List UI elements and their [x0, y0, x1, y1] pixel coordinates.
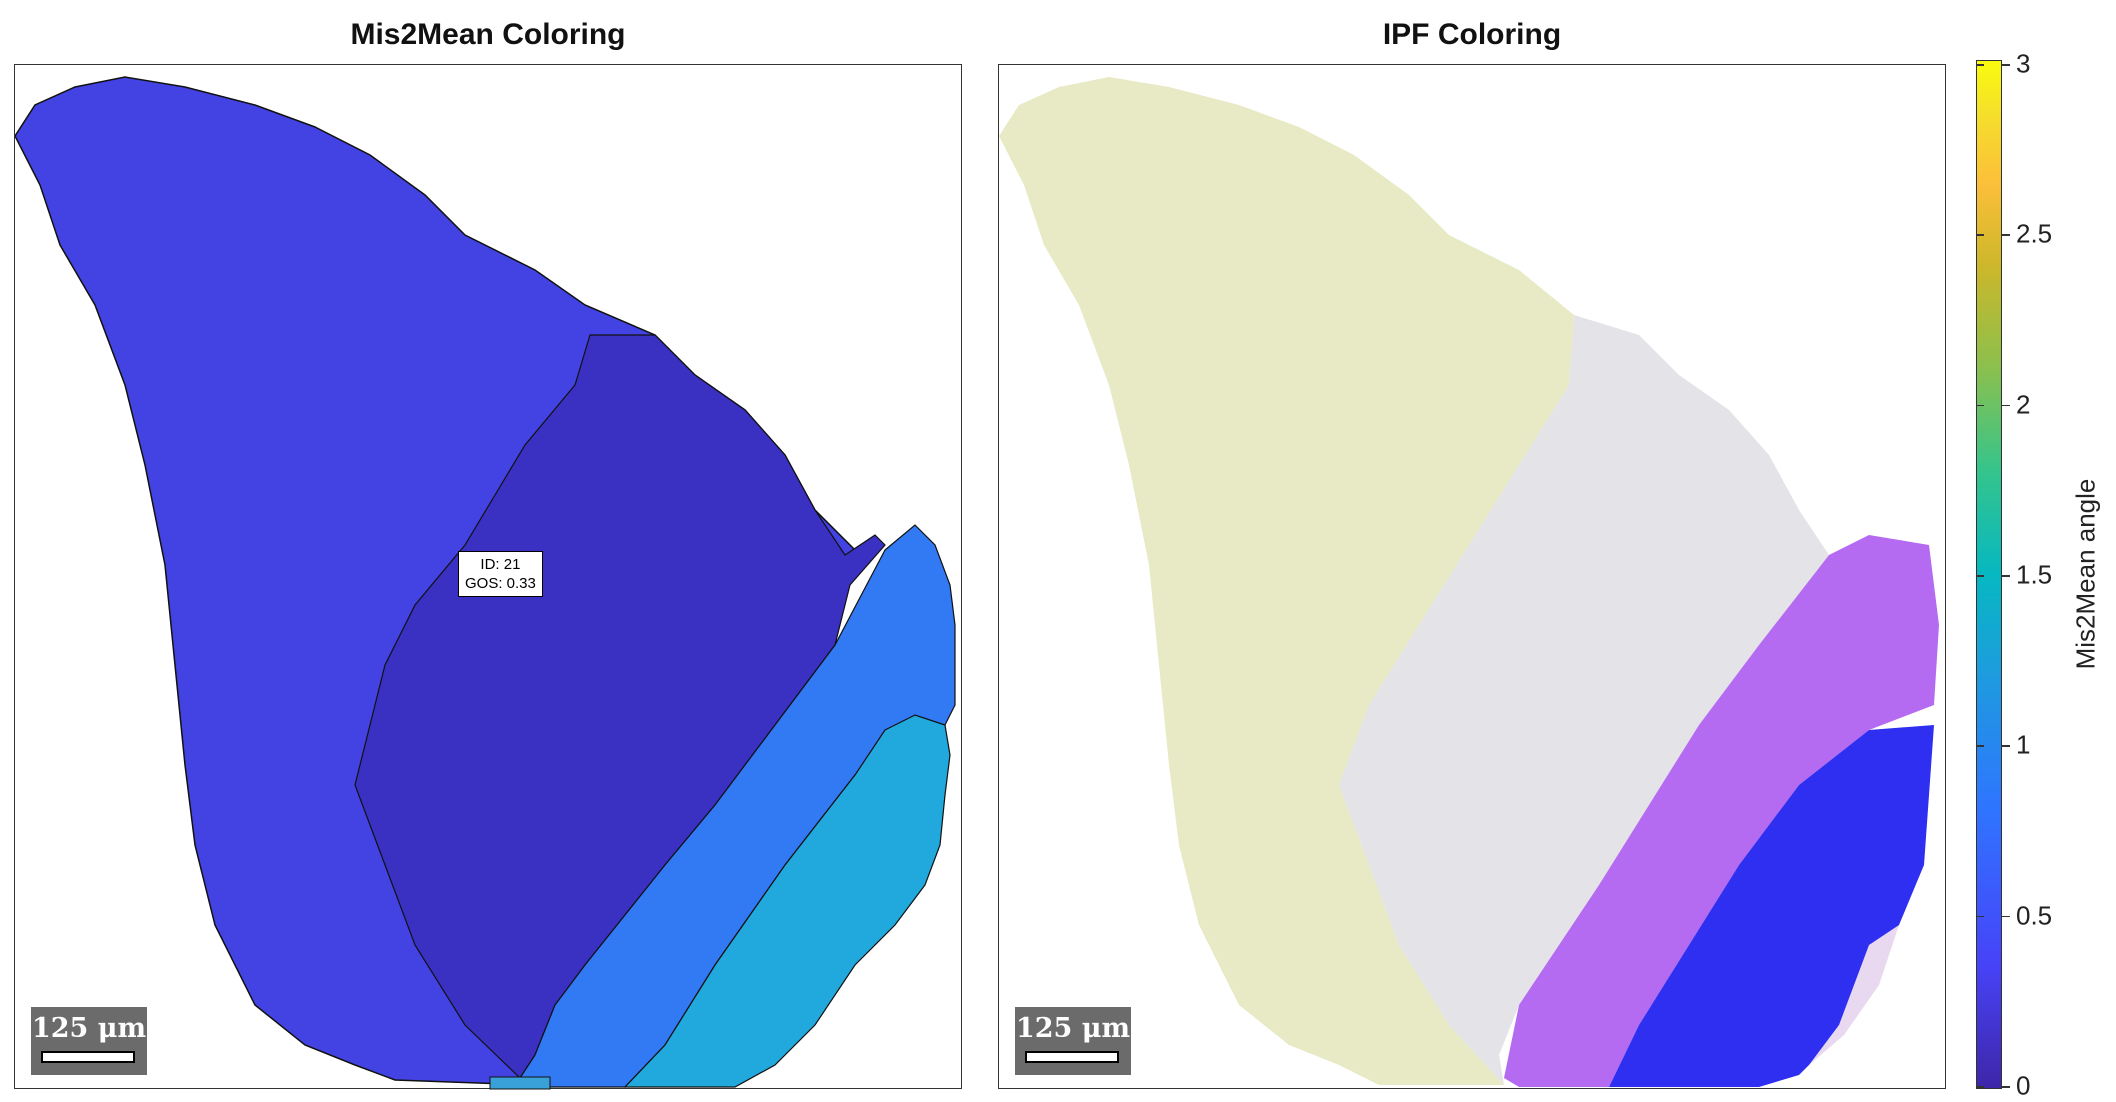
grain-bottom-small: [489, 1076, 551, 1090]
colorbar-tick: [2002, 575, 2010, 577]
colorbar-tick: [2002, 64, 2010, 66]
colorbar-tick-label: 1.5: [2016, 559, 2053, 590]
colorbar-tick-label: 2: [2016, 389, 2031, 420]
colorbar-tick: [2002, 745, 2010, 747]
colorbar-tick: [1976, 1086, 1984, 1088]
scalebar-left-bar: [41, 1051, 135, 1063]
colorbar-tick-label: 0: [2016, 1070, 2031, 1101]
mis2mean-map: ID: 21 GOS: 0.33 125 μm: [14, 64, 962, 1090]
colorbar-tick: [2002, 915, 2010, 918]
colorbar-tick: [2002, 404, 2010, 407]
colorbar-tick-label: 1: [2016, 729, 2031, 760]
colorbar-tick: [1976, 745, 1984, 747]
colorbar-tick: [2002, 1086, 2010, 1088]
scalebar-right-text: 125 μm: [1015, 1013, 1131, 1044]
colorbar-tick: [1976, 575, 1984, 577]
colorbar-tick-label: 2.5: [2016, 218, 2053, 249]
colorbar-tick: [1976, 915, 1984, 918]
right-panel-title: IPF Coloring: [1382, 18, 1562, 51]
scalebar-left: 125 μm: [31, 1007, 147, 1075]
colorbar-tick-label: 3: [2016, 48, 2031, 79]
grain-id-label: ID: 21 GOS: 0.33: [458, 551, 543, 597]
colorbar-tick: [1976, 64, 1984, 66]
scalebar-left-text: 125 μm: [31, 1013, 147, 1044]
colorbar-tick: [1976, 234, 1984, 236]
scalebar-right: 125 μm: [1015, 1007, 1131, 1075]
left-panel-title: Mis2Mean Coloring: [350, 18, 626, 51]
colorbar-tick-label: 0.5: [2016, 900, 2053, 931]
grain-id-text: ID: 21: [480, 556, 521, 573]
colorbar-tick: [2002, 234, 2010, 236]
ipf-map-image: [999, 77, 1939, 1087]
grain-gos-text: GOS: 0.33: [465, 575, 536, 592]
scalebar-right-bar: [1025, 1051, 1119, 1063]
ipf-map: 125 μm: [998, 64, 1946, 1089]
colorbar-label: Mis2Mean angle: [2070, 478, 2101, 670]
colorbar-tick: [1976, 404, 1984, 407]
